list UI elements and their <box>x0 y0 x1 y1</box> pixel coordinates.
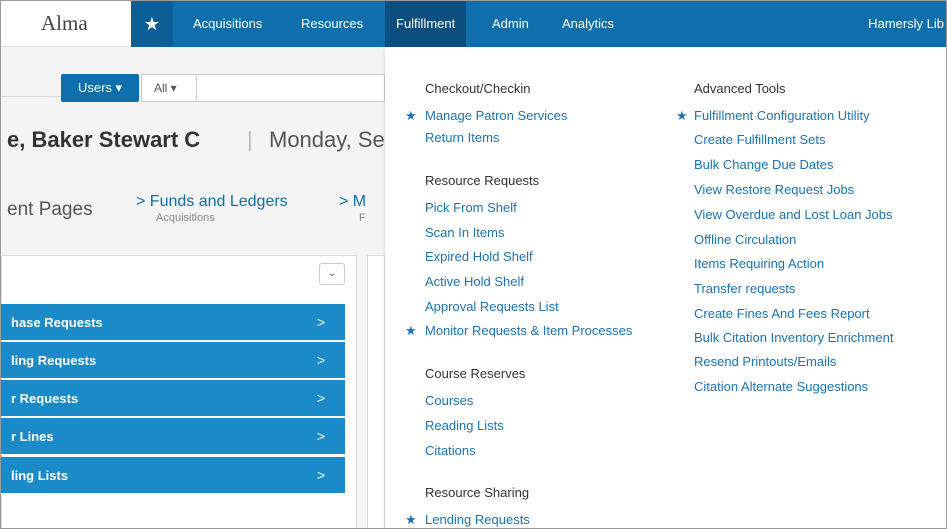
menu-link-view-overdue-lost-loan-jobs[interactable]: View Overdue and Lost Loan Jobs <box>694 207 893 222</box>
chevron-right-icon: > <box>316 314 325 330</box>
menu-link-approval-requests-list[interactable]: Approval Requests List <box>425 299 559 314</box>
menu-link-bulk-change-due-dates[interactable]: Bulk Change Due Dates <box>694 157 833 172</box>
chevron-right-icon: > <box>316 467 325 483</box>
menu-link-scan-in-items[interactable]: Scan In Items <box>425 225 504 240</box>
task-list-item[interactable]: r Requests > <box>1 380 345 417</box>
task-list-item-label: r Requests <box>11 391 79 406</box>
logo-area[interactable]: Alma <box>1 1 131 47</box>
menu-link-resend-printouts-emails[interactable]: Resend Printouts/Emails <box>694 354 836 369</box>
search-filter-dropdown[interactable]: All ▾ <box>141 74 197 102</box>
chevron-right-icon: > <box>316 390 325 406</box>
task-list-item-label: hase Requests <box>11 315 103 330</box>
date-heading: Monday, Se <box>269 127 385 152</box>
secondary-widget <box>367 255 385 528</box>
menu-link-pick-from-shelf[interactable]: Pick From Shelf <box>425 200 517 215</box>
menu-link-create-fines-fees-report[interactable]: Create Fines And Fees Report <box>694 306 870 321</box>
menu-link-citations[interactable]: Citations <box>425 443 476 458</box>
nav-fulfillment[interactable]: Fulfillment <box>385 1 467 47</box>
chevron-down-icon[interactable]: ⌄ <box>319 263 345 285</box>
task-list-item[interactable]: hase Requests > <box>1 304 345 341</box>
menu-section-heading: Resource Sharing <box>425 485 530 500</box>
menu-link-courses[interactable]: Courses <box>425 393 473 408</box>
top-nav-bar: Alma ★ Acquisitions Resources Fulfillmen… <box>1 1 946 47</box>
recent-page-title[interactable]: > M <box>339 193 366 210</box>
recent-page-subtitle: Acquisitions <box>156 212 215 224</box>
menu-link-bulk-citation-inventory-enrichment[interactable]: Bulk Citation Inventory Enrichment <box>694 330 893 345</box>
menu-section-heading: Advanced Tools <box>694 81 786 96</box>
menu-section-heading: Checkout/Checkin <box>425 81 531 96</box>
menu-link-expired-hold-shelf[interactable]: Expired Hold Shelf <box>425 249 533 264</box>
task-list-item[interactable]: ling Lists > <box>1 457 345 494</box>
task-list-item-label: ling Requests <box>11 353 97 368</box>
task-list-item-label: r Lines <box>11 429 54 444</box>
search-input[interactable] <box>197 74 385 102</box>
favorite-star-icon[interactable]: ★ <box>676 108 688 124</box>
app-frame: Alma ★ Acquisitions Resources Fulfillmen… <box>0 0 947 529</box>
recent-page-subtitle: F <box>359 212 366 224</box>
recent-page-link[interactable]: > M F <box>339 193 366 224</box>
menu-link-lending-requests[interactable]: Lending Requests <box>425 512 530 527</box>
heading-separator: | <box>247 127 253 152</box>
chevron-right-icon: > <box>316 352 325 368</box>
menu-link-view-restore-request-jobs[interactable]: View Restore Request Jobs <box>694 182 854 197</box>
menu-link-create-fulfillment-sets[interactable]: Create Fulfillment Sets <box>694 132 826 147</box>
menu-link-reading-lists[interactable]: Reading Lists <box>425 418 504 433</box>
favorite-star-icon[interactable]: ★ <box>405 108 417 124</box>
task-list-item-label: ling Lists <box>11 468 69 483</box>
institution-name[interactable]: Hamersly Lib <box>868 1 946 47</box>
menu-link-manage-patron-services[interactable]: Manage Patron Services <box>425 108 567 123</box>
menu-link-citation-alternate-suggestions[interactable]: Citation Alternate Suggestions <box>694 379 868 394</box>
nav-acquisitions[interactable]: Acquisitions <box>183 1 272 47</box>
menu-link-transfer-requests[interactable]: Transfer requests <box>694 281 795 296</box>
nav-resources[interactable]: Resources <box>291 1 373 47</box>
task-list-item[interactable]: r Lines > <box>1 418 345 455</box>
menu-section-heading: Course Reserves <box>425 366 526 381</box>
fulfillment-menu: Checkout/Checkin ★ Manage Patron Service… <box>385 47 946 528</box>
menu-link-items-requiring-action[interactable]: Items Requiring Action <box>694 256 824 271</box>
recent-page-link[interactable]: > Funds and Ledgers Acquisitions <box>136 193 288 224</box>
menu-section-heading: Resource Requests <box>425 173 540 188</box>
recent-pages-label: ent Pages <box>7 199 93 220</box>
task-list-item[interactable]: ling Requests > <box>1 342 345 379</box>
menu-link-monitor-requests[interactable]: Monitor Requests & Item Processes <box>425 323 632 338</box>
menu-link-active-hold-shelf[interactable]: Active Hold Shelf <box>425 274 524 289</box>
recent-page-title[interactable]: > Funds and Ledgers <box>136 193 288 210</box>
menu-link-return-items[interactable]: Return Items <box>425 130 499 145</box>
chevron-right-icon: > <box>316 428 325 444</box>
nav-admin[interactable]: Admin <box>483 1 538 47</box>
menu-link-fulfillment-configuration-utility[interactable]: Fulfillment Configuration Utility <box>694 108 870 123</box>
favorite-star-icon[interactable]: ★ <box>405 323 417 339</box>
nav-analytics[interactable]: Analytics <box>552 1 624 47</box>
favorites-star-icon[interactable]: ★ <box>131 1 173 47</box>
user-name-heading: e, Baker Stewart C <box>7 127 201 152</box>
favorite-star-icon[interactable]: ★ <box>405 512 417 528</box>
search-scope-button[interactable]: Users ▾ <box>61 74 139 102</box>
alma-logo[interactable]: Alma <box>41 11 88 36</box>
menu-link-offline-circulation[interactable]: Offline Circulation <box>694 232 796 247</box>
